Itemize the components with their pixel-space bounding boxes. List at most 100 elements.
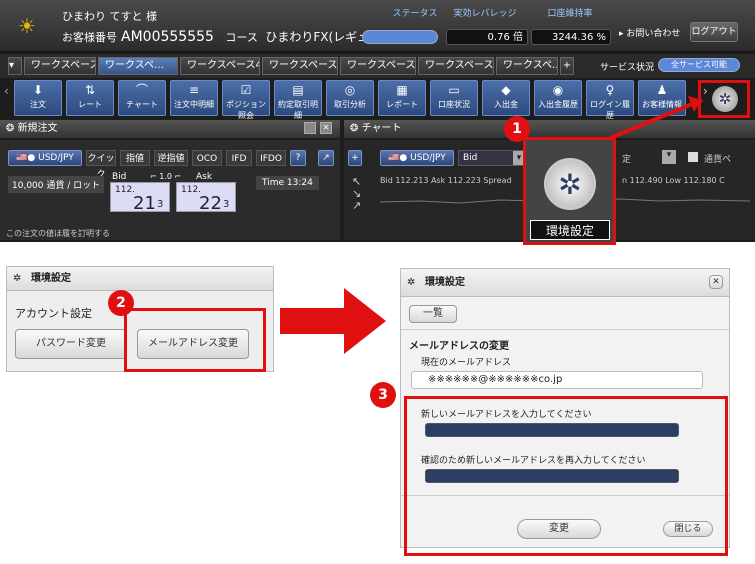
arrow-2 <box>280 288 386 354</box>
chart-tools-icon[interactable]: ↖ ↘ ↗ <box>352 176 361 212</box>
chart-flag-icon: 🇺🇸● <box>388 153 411 163</box>
chart-side-select[interactable]: Bid ▾ <box>458 150 526 166</box>
popout-icon[interactable]: ↗ <box>318 150 334 166</box>
toolbar-label: チャート <box>126 100 158 109</box>
toolbar-scroll-left-icon[interactable]: ‹ <box>4 84 9 98</box>
tab-workspace-6[interactable]: ワークスペース6 <box>262 57 338 75</box>
settings-callout: ✲ 環境設定 <box>523 137 616 245</box>
tab-workspace-active[interactable]: ワークスペ… <box>98 57 178 75</box>
customer-info: お客様番号 AM00555555 コース ひまわりFX(レギュラー) <box>62 29 398 45</box>
quote-time: Time 13:24 <box>256 176 319 190</box>
toolbar-7-icon: ▦ <box>396 83 408 97</box>
email-section-title: メールアドレスの変更 <box>409 341 509 352</box>
toolbar-label: 取引分析 <box>334 100 366 109</box>
help-icon[interactable]: ? <box>290 150 306 166</box>
tab-scroll-left[interactable]: ▾ <box>8 57 22 75</box>
settings-tooltip: 環境設定 <box>530 220 610 240</box>
service-label: サービス状況 <box>600 63 655 73</box>
settings-dialog-small-header: ✲ 環境設定 <box>7 267 273 291</box>
tab-workspace-7[interactable]: ワークスペース7 <box>418 57 494 75</box>
toolbar-button-1[interactable]: ⇅ レート <box>66 80 114 116</box>
chart-period-chevron-icon[interactable]: ▾ <box>662 150 676 164</box>
add-tab-icon[interactable]: + <box>560 57 574 75</box>
toolbar-button-0[interactable]: ⬇ 注文 <box>14 80 62 116</box>
toolbar-button-7[interactable]: ▦ レポート <box>378 80 426 116</box>
ask-rate-button[interactable]: 112. 22 3 <box>176 182 236 214</box>
account-settings-label: アカウント設定 <box>15 307 92 320</box>
chart-add-icon[interactable]: + <box>348 150 362 166</box>
leverage-label: 実効レバレッジ <box>453 9 517 19</box>
toolbar-label: 注文 <box>30 100 46 109</box>
step-1-badge: 1 <box>504 116 530 142</box>
tab-workspace-4[interactable]: ワークスペース4 <box>180 57 260 75</box>
spread: ⌐ 1.0 ⌐ <box>150 172 182 181</box>
toolbar-button-2[interactable]: ⌒ チャート <box>118 80 166 116</box>
minimize-icon[interactable] <box>304 122 316 134</box>
order-type-2[interactable]: 逆指値 <box>154 150 188 166</box>
dialog-close-icon[interactable]: ✕ <box>709 275 723 289</box>
settings-dialog-email-header: ✲ 環境設定 ✕ <box>401 269 729 297</box>
list-button[interactable]: 一覧 <box>409 305 457 323</box>
divider <box>401 329 729 330</box>
pair-checkbox[interactable] <box>688 152 698 162</box>
step-3-badge: 3 <box>370 382 396 408</box>
toolbar-button-9[interactable]: ◆ 入出金 <box>482 80 530 116</box>
toolbar-button-4[interactable]: ☑ ポジション照会 <box>222 80 270 120</box>
settings-big-title: 環境設定 <box>425 277 465 288</box>
toolbar-5-icon: ▤ <box>292 83 304 97</box>
toolbar-label: ポジション照会 <box>226 100 266 120</box>
toolbar-6-icon: ◎ <box>344 83 356 97</box>
toolbar-9-icon: ◆ <box>501 83 511 97</box>
toolbar-3-icon: ≡ <box>188 83 200 97</box>
order-type-5[interactable]: IFDO <box>256 150 286 166</box>
bid-rate-button[interactable]: 112. 21 3 <box>110 182 170 214</box>
toolbar-button-5[interactable]: ▤ 約定取引明細 <box>274 80 322 120</box>
toolbar-label: 約定取引明細 <box>278 100 318 120</box>
settings-big-gear-icon: ✲ <box>407 277 416 288</box>
pair-select[interactable]: 🇺🇸● USD/JPY <box>8 150 82 166</box>
toolbar-button-3[interactable]: ≡ 注文中明細 <box>170 80 218 116</box>
tab-workspace-1[interactable]: ワークスペース <box>24 57 96 75</box>
chart-panel-icon: ❂ <box>350 123 362 134</box>
settings-small-gear-icon: ✲ <box>13 273 22 284</box>
gear-icon[interactable]: ✲ <box>712 86 738 112</box>
chart-panel-title: チャート <box>361 123 402 134</box>
toolbar-2-icon: ⌒ <box>135 83 148 97</box>
chart-pair-select[interactable]: 🇺🇸● USD/JPY <box>380 150 454 166</box>
close-icon[interactable]: ✕ <box>320 122 332 134</box>
lot-size: 10,000 通貨 / ロット <box>8 176 105 193</box>
order-footer-text[interactable]: この注文の値ほ履を訂明する <box>6 228 110 239</box>
app-header: ☀ ひまわり てすと 様 お客様番号 AM00555555 コース ひまわりFX(… <box>0 0 755 52</box>
leverage-value: 0.76 倍 <box>446 29 528 45</box>
toolbar-label: 口座状況 <box>438 100 470 109</box>
pair-check-label: 通貨ペ <box>704 155 732 165</box>
toolbar-button-6[interactable]: ◎ 取引分析 <box>326 80 374 116</box>
current-email-label: 現在のメールアドレス <box>421 358 512 368</box>
tab-workspace-5[interactable]: ワークスペース5 <box>340 57 416 75</box>
toolbar-8-icon: ▭ <box>448 83 460 97</box>
order-type-3[interactable]: OCO <box>192 150 222 166</box>
order-type-0[interactable]: クイック <box>86 150 116 180</box>
arrow-1 <box>609 96 703 140</box>
toolbar-label: 入出金 <box>494 100 518 109</box>
toolbar-label: レート <box>78 100 102 109</box>
step-2-badge: 2 <box>108 290 134 316</box>
toolbar-4-icon: ☑ <box>240 83 252 97</box>
order-type-4[interactable]: IFD <box>226 150 252 166</box>
password-change-button[interactable]: パスワード変更 <box>15 329 127 359</box>
settings-gear-icon[interactable]: ✲ <box>544 158 596 210</box>
workspace-tabs: ▾ ワークスペース ワークスペ… ワークスペース4 ワークスペース6 ワークスペ… <box>0 54 755 78</box>
maintenance-label: 口座維持率 <box>547 9 593 19</box>
tab-workspace-more[interactable]: ワークスペ… <box>496 57 558 75</box>
logout-button[interactable]: ログアウト <box>690 22 738 42</box>
flag-icon: 🇺🇸● <box>16 153 39 163</box>
chart-quote-info: Bid 112.213 Ask 112.223 Spread <box>380 176 512 185</box>
toolbar-button-10[interactable]: ◉ 入出金履歴 <box>534 80 582 116</box>
order-type-1[interactable]: 指値 <box>120 150 150 166</box>
chart-quote-info-2: n 112.490 Low 112.180 C <box>622 176 725 185</box>
toolbar-1-icon: ⇅ <box>84 83 96 97</box>
inquiry-link[interactable]: ▸ お問い合わせ <box>619 26 680 39</box>
toolbar-label: レポート <box>386 100 418 109</box>
toolbar-button-8[interactable]: ▭ 口座状況 <box>430 80 478 116</box>
sunflower-logo-icon: ☀ <box>18 14 36 38</box>
